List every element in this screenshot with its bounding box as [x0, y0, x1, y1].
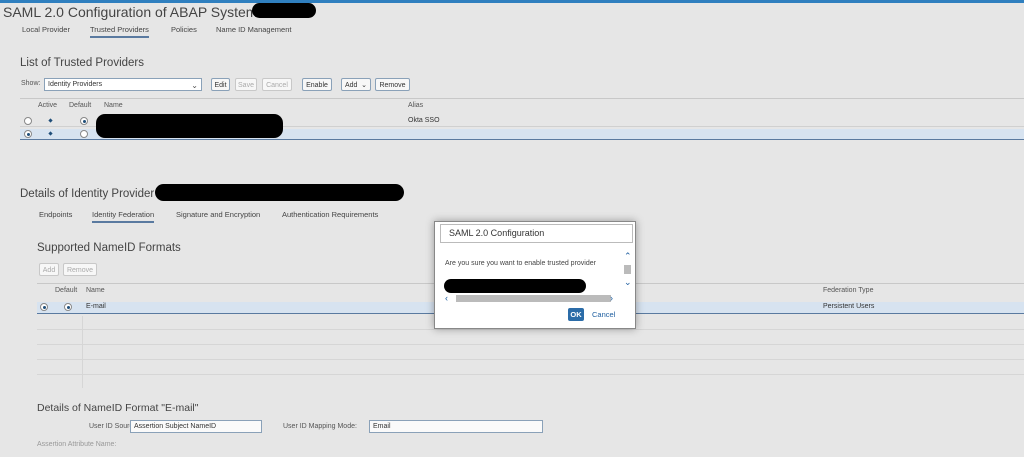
page-title: SAML 2.0 Configuration of ABAP System: [3, 4, 262, 20]
redacted-provider-name [155, 184, 404, 201]
dialog-horizontal-scrollbar[interactable]: ‹ › [445, 294, 617, 303]
tab-identity-federation[interactable]: Identity Federation [92, 210, 155, 223]
tab-local-provider[interactable]: Local Provider [22, 25, 70, 34]
empty-row-line [37, 359, 1024, 360]
row-select-radio[interactable] [24, 117, 32, 125]
column-alias: Alias [408, 102, 424, 109]
tab-policies[interactable]: Policies [171, 25, 197, 34]
tab-name-id-management[interactable]: Name ID Management [216, 25, 291, 34]
active-indicator-icon [48, 131, 53, 136]
alias-cell: Okta SSO [408, 117, 440, 124]
remove-button[interactable]: Remove [375, 78, 410, 91]
show-label: Show: [21, 80, 41, 87]
cancel-button[interactable]: Cancel [262, 78, 292, 91]
tab-trusted-providers[interactable]: Trusted Providers [90, 25, 149, 38]
chevron-right-icon[interactable]: › [610, 294, 613, 303]
column-name: Name [86, 287, 105, 294]
chevron-up-icon[interactable]: ⌃ [624, 252, 632, 261]
column-divider [82, 316, 83, 388]
default-radio[interactable] [80, 117, 88, 125]
top-accent-bar [0, 0, 1024, 3]
scroll-thumb[interactable] [624, 265, 631, 274]
column-active: Active [38, 102, 58, 109]
nameid-formats-title: Supported NameID Formats [37, 242, 181, 254]
chevron-left-icon[interactable]: ‹ [445, 294, 448, 303]
mapping-mode-field[interactable]: Email [369, 420, 543, 433]
assertion-attribute-label: Assertion Attribute Name: [37, 441, 117, 448]
nameid-remove-button[interactable]: Remove [63, 263, 97, 276]
tab-signature-encryption[interactable]: Signature and Encryption [176, 210, 260, 219]
column-default: Default [69, 102, 92, 109]
column-default: Default [55, 287, 78, 294]
redacted-system-name [252, 3, 316, 18]
active-indicator-icon [48, 118, 53, 123]
details-title: Details of Identity Provider [20, 188, 155, 200]
tab-authentication-requirements[interactable]: Authentication Requirements [282, 210, 378, 219]
dialog-vertical-scrollbar[interactable]: ⌃ ⌄ [622, 252, 634, 290]
confirm-dialog: SAML 2.0 Configuration Are you sure you … [434, 221, 636, 329]
mapping-mode-label: User ID Mapping Mode: [283, 423, 357, 430]
trusted-list-title: List of Trusted Providers [20, 57, 144, 69]
redacted-provider-in-dialog [444, 279, 586, 293]
row-select-radio[interactable] [24, 130, 32, 138]
empty-row-line [37, 329, 1024, 330]
redacted-provider-names [96, 114, 283, 138]
nameid-add-button[interactable]: Add [39, 263, 59, 276]
column-federation-type: Federation Type [823, 287, 874, 294]
tab-endpoints[interactable]: Endpoints [39, 210, 72, 219]
default-radio[interactable] [80, 130, 88, 138]
federation-type-cell: Persistent Users [823, 303, 875, 310]
dialog-cancel-link[interactable]: Cancel [592, 310, 615, 319]
show-select-value: Identity Providers [48, 81, 103, 88]
edit-button[interactable]: Edit [211, 78, 230, 91]
nameid-details-title: Details of NameID Format "E-mail" [37, 402, 199, 414]
row-select-radio[interactable] [40, 303, 48, 311]
empty-row-line [37, 344, 1024, 345]
scroll-thumb[interactable] [456, 295, 611, 302]
enable-button[interactable]: Enable [302, 78, 332, 91]
user-id-source-field[interactable]: Assertion Subject NameID [130, 420, 262, 433]
chevron-down-icon[interactable]: ⌄ [624, 278, 632, 287]
dialog-message: Are you sure you want to enable trusted … [445, 260, 596, 267]
default-radio[interactable] [64, 303, 72, 311]
name-cell: E-mail [86, 303, 106, 310]
show-select[interactable]: Identity Providers ⌄ [44, 78, 202, 91]
ok-button[interactable]: OK [568, 308, 584, 321]
chevron-down-icon: ⌄ [191, 81, 198, 90]
empty-row-line [37, 374, 1024, 375]
chevron-down-icon: ⌄ [361, 82, 367, 89]
dialog-title: SAML 2.0 Configuration [440, 224, 633, 243]
save-button[interactable]: Save [235, 78, 257, 91]
column-name: Name [104, 102, 123, 109]
add-dropdown-button[interactable]: Add ⌄ [341, 78, 371, 91]
add-button-label: Add [345, 82, 358, 89]
